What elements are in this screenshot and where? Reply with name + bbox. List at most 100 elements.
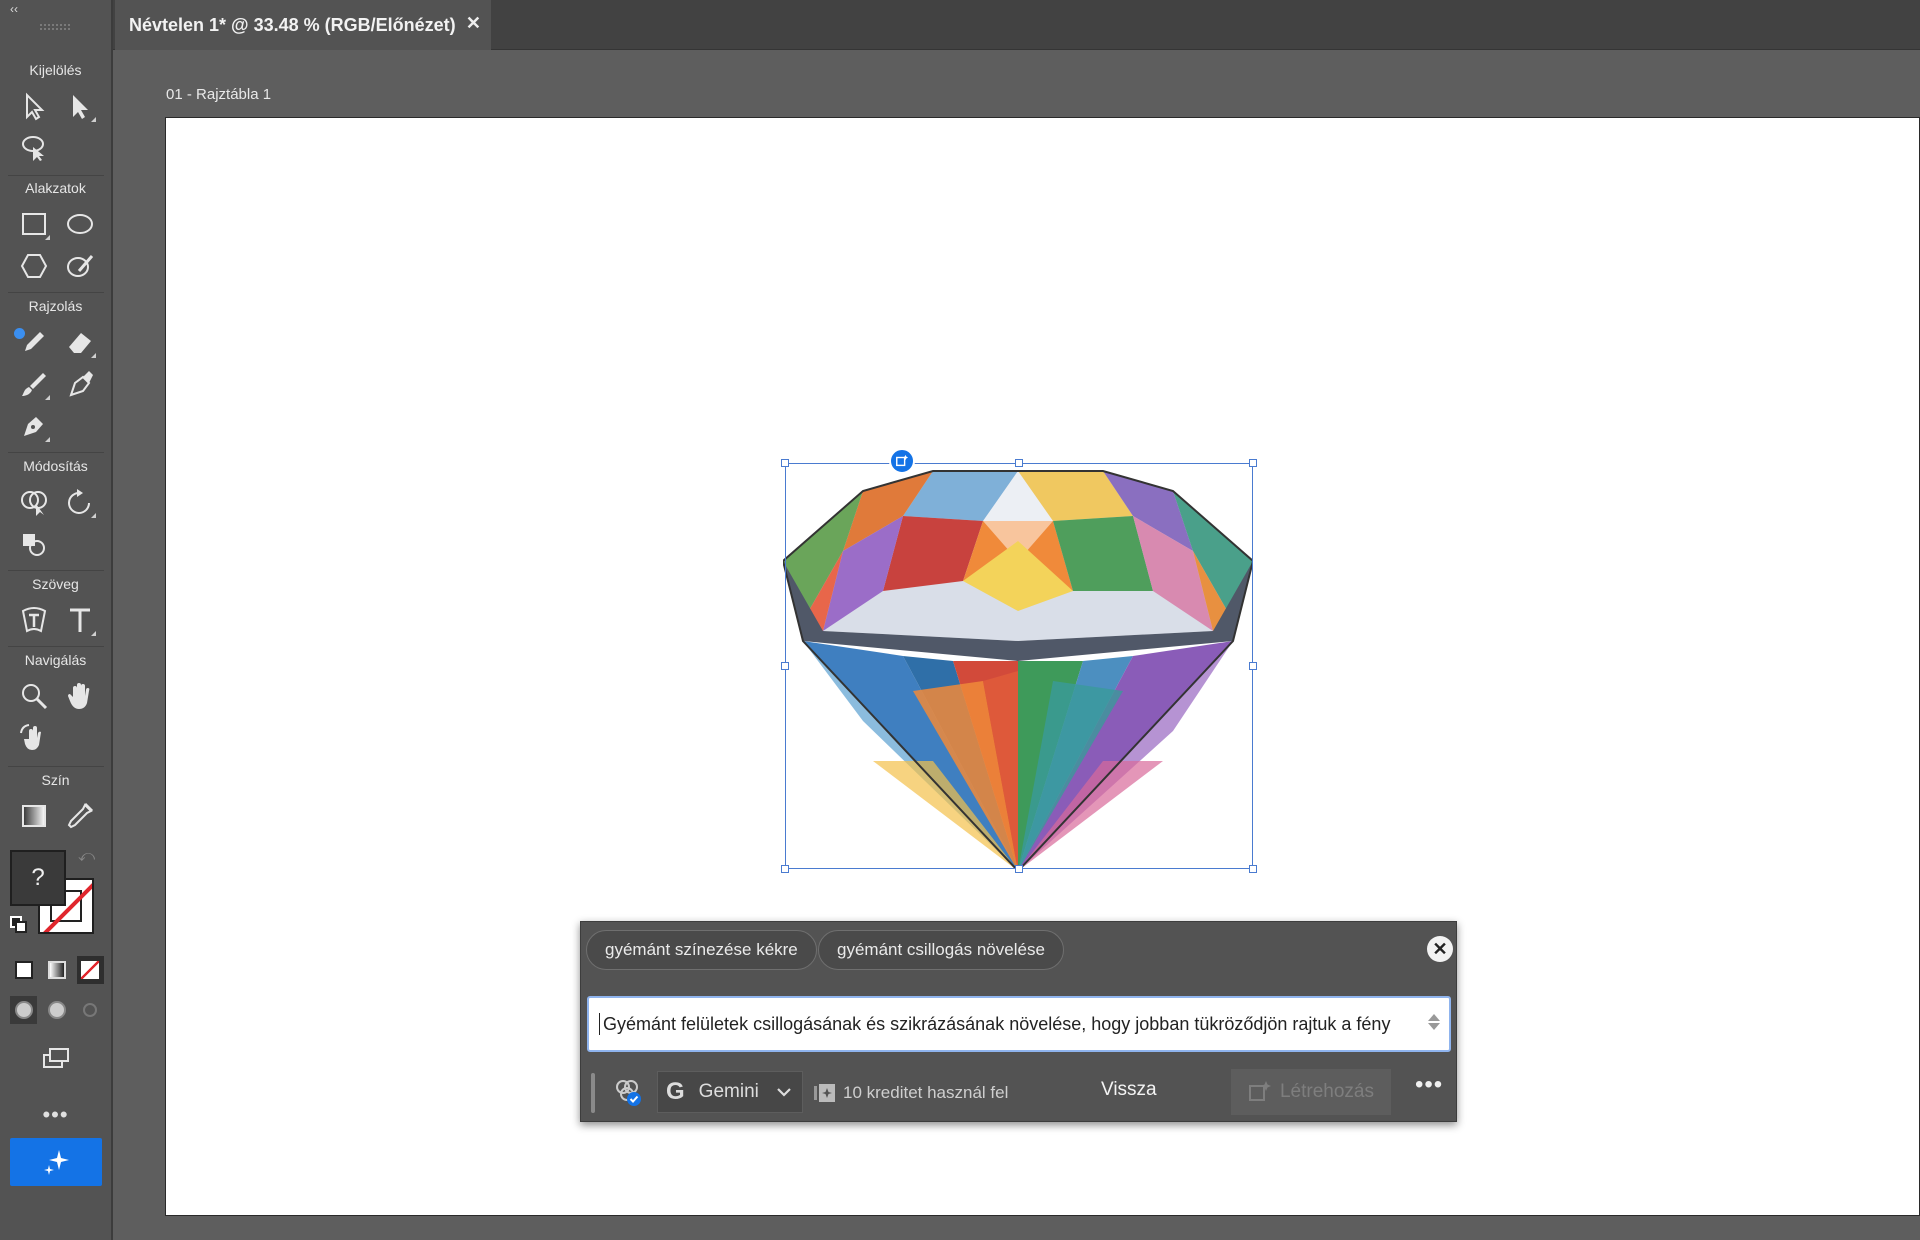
model-select[interactable]: G Gemini — [657, 1071, 803, 1113]
generative-prompt-panel: gyémánt színezése kékre gyémánt csillogá… — [580, 921, 1457, 1122]
generate-button[interactable]: Létrehozás — [1231, 1069, 1391, 1115]
section-label-navigation: Navigálás — [24, 652, 87, 668]
type-tool[interactable] — [62, 602, 98, 638]
content-credentials-icon[interactable] — [611, 1075, 645, 1109]
handle-top-center[interactable] — [1015, 459, 1023, 467]
section-label-text: Szöveg — [32, 576, 79, 592]
shaper-icon — [67, 255, 94, 277]
document-tab-bar: Névtelen 1* @ 33.48 % (RGB/Előnézet) ✕ — [113, 0, 1920, 50]
rotate-view-tool[interactable] — [16, 720, 52, 756]
close-panel-icon[interactable]: ✕ — [1427, 936, 1453, 962]
handle-middle-left[interactable] — [781, 662, 789, 670]
section-label-drawing: Rajzolás — [28, 298, 83, 314]
rotate-view-icon — [20, 724, 41, 750]
collapse-panel-button[interactable]: ‹‹ — [10, 2, 18, 16]
scale-tool[interactable] — [16, 526, 52, 562]
prompt-input[interactable]: Gyémánt felületek csillogásának és szikr… — [587, 996, 1451, 1052]
ellipse-tool[interactable] — [62, 206, 98, 242]
generative-ai-button[interactable] — [10, 1138, 102, 1186]
pen-tool[interactable] — [16, 408, 52, 444]
screen-mode-button[interactable] — [38, 1040, 74, 1076]
credits-icon — [814, 1084, 835, 1102]
gradient-tool[interactable] — [16, 798, 52, 834]
more-options-button[interactable]: ••• — [1415, 1071, 1443, 1099]
selection-bounding-box[interactable] — [785, 463, 1253, 869]
google-g-icon: G — [666, 1078, 685, 1105]
draw-inside-button[interactable] — [77, 996, 104, 1024]
suggestion-chip[interactable]: gyémánt csillogás növelése — [818, 930, 1064, 970]
text-caret — [599, 1013, 600, 1035]
hexagon-icon — [20, 254, 48, 278]
eraser-tool[interactable] — [62, 324, 98, 360]
section-label-color: Szín — [41, 772, 70, 788]
swap-fill-stroke-icon[interactable]: ⤺ — [78, 848, 98, 868]
hand-tool[interactable] — [62, 678, 98, 714]
handle-bottom-center[interactable] — [1015, 865, 1023, 873]
shape-builder-icon — [21, 491, 47, 516]
hand-icon — [68, 683, 90, 709]
draw-behind-button[interactable] — [43, 996, 70, 1024]
handle-top-left[interactable] — [781, 459, 789, 467]
zoom-tool[interactable] — [16, 678, 52, 714]
magnifier-icon — [22, 684, 48, 710]
document-tab[interactable]: Névtelen 1* @ 33.48 % (RGB/Előnézet) ✕ — [115, 0, 491, 50]
draw-mode-row — [10, 996, 104, 1030]
default-colors-icon[interactable] — [10, 916, 28, 934]
eyedropper-icon — [67, 802, 94, 829]
generate-button-label: Létrehozás — [1279, 1081, 1374, 1102]
color-fill-button[interactable] — [10, 956, 37, 984]
fill-swatch[interactable]: ? — [10, 850, 66, 906]
edit-toolbar-button[interactable]: ••• — [0, 1102, 111, 1128]
shaper-tool[interactable] — [62, 248, 98, 284]
credits-info: 10 kreditet használ fel — [813, 1081, 1008, 1105]
direct-selection-tool[interactable] — [62, 88, 98, 124]
gradient-icon — [22, 805, 46, 827]
gradient-fill-button[interactable] — [43, 956, 70, 984]
tools-panel: ‹‹ Kijelölés Alakzatok Rajzolás Módosítá… — [0, 0, 113, 1240]
polygon-tool[interactable] — [16, 248, 52, 284]
paintbrush-tool[interactable] — [16, 366, 52, 402]
credits-text: 10 kreditet használ fel — [843, 1083, 1009, 1102]
artboard-label[interactable]: 01 - Rajztábla 1 — [166, 86, 271, 103]
prompt-scroll-stepper[interactable] — [1427, 1012, 1441, 1038]
panel-grip[interactable] — [40, 24, 70, 30]
text-frame-icon — [21, 607, 47, 633]
panel-footer: G Gemini 10 kreditet használ fel Vissza … — [581, 1065, 1458, 1115]
draw-normal-button[interactable] — [10, 996, 38, 1024]
suggestion-chip[interactable]: gyémánt színezése kékre — [586, 930, 817, 970]
arrow-icon — [26, 92, 45, 121]
model-select-value: Gemini — [698, 1081, 759, 1102]
shape-builder-tool[interactable] — [16, 484, 52, 520]
lasso-tool[interactable] — [16, 130, 52, 166]
section-label-modify: Módosítás — [23, 458, 88, 474]
handle-top-right[interactable] — [1249, 459, 1257, 467]
lasso-icon — [22, 136, 44, 161]
chevron-down-icon — [777, 1088, 791, 1097]
blob-brush-tool[interactable] — [62, 366, 98, 402]
handle-middle-right[interactable] — [1249, 662, 1257, 670]
section-label-selection: Kijelölés — [29, 62, 82, 78]
section-label-shapes: Alakzatok — [25, 180, 86, 196]
pencil-tool[interactable] — [16, 324, 52, 360]
screen-mode-icon — [43, 1048, 69, 1068]
type-on-path-tool[interactable] — [16, 602, 52, 638]
rotate-tool[interactable] — [62, 484, 98, 520]
eyedropper-tool[interactable] — [62, 798, 98, 834]
document-tab-title: Névtelen 1* @ 33.48 % (RGB/Előnézet) — [129, 14, 456, 35]
generative-variations-handle[interactable] — [889, 448, 915, 474]
color-mode-row — [10, 956, 104, 990]
rectangle-tool[interactable] — [16, 206, 52, 242]
panel-drag-bar[interactable] — [591, 1073, 595, 1113]
handle-bottom-right[interactable] — [1249, 865, 1257, 873]
scale-icon — [23, 534, 45, 556]
prompt-text: Gyémánt felületek csillogásának és szikr… — [603, 1013, 1391, 1034]
handle-bottom-left[interactable] — [781, 865, 789, 873]
none-fill-button[interactable] — [76, 956, 104, 984]
fill-stroke-widget: ⤺ ? — [8, 848, 104, 948]
ellipse-icon — [67, 214, 93, 234]
selection-tool[interactable] — [16, 88, 52, 124]
back-button[interactable]: Vissza — [1101, 1079, 1157, 1101]
close-tab-icon[interactable]: ✕ — [466, 13, 481, 34]
generate-icon — [896, 454, 909, 467]
blob-brush-icon — [69, 371, 93, 397]
